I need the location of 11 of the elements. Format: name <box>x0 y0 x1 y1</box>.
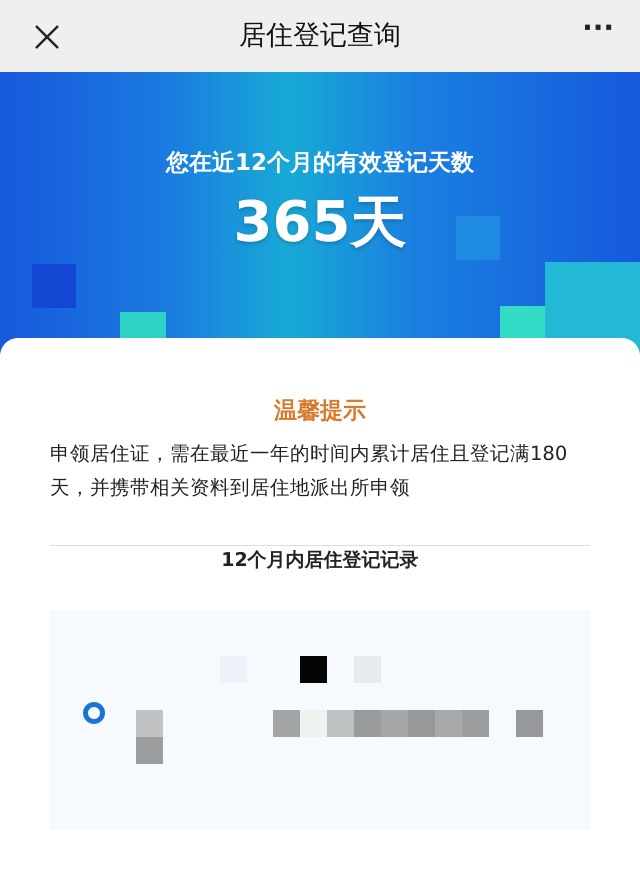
valid-days-caption: 您在近12个月的有效登记天数 <box>166 149 474 178</box>
valid-days-count: 365天 <box>234 188 406 256</box>
decorative-square <box>456 216 500 260</box>
records-title: 12个月内居住登记记录 <box>221 548 419 570</box>
tips-title: 温馨提示 <box>274 398 366 424</box>
close-icon[interactable] <box>34 24 60 50</box>
ring-icon <box>82 701 106 725</box>
decorative-square <box>32 264 76 308</box>
tips-text: 申领居住证，需在最近一年的时间内累计居住且登记满180天，并携带相关资料到居住地派出所申领 <box>50 440 568 500</box>
more-button[interactable]: ··· <box>582 14 614 42</box>
page-title: 居住登记查询 <box>239 18 401 53</box>
